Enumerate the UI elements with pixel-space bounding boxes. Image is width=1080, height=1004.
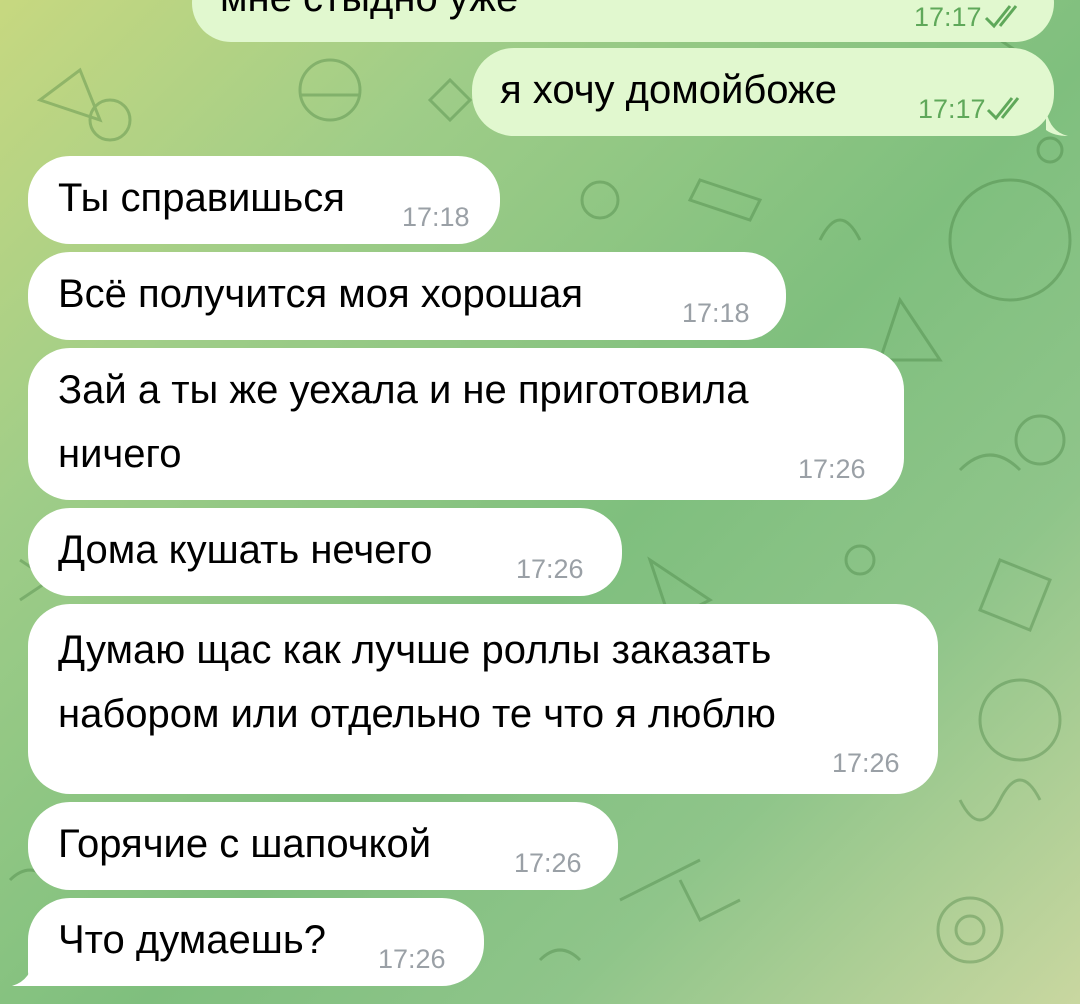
message-time: 17:17 xyxy=(914,2,982,32)
message-time: 17:26 xyxy=(832,748,900,778)
message-text-line: Зай а ты же уехала и не приготовила xyxy=(58,368,749,412)
message-bubble-incoming[interactable]: Думаю щас как лучше роллы заказать набор… xyxy=(28,604,938,794)
message-time: 17:26 xyxy=(378,944,446,974)
message-bubble-incoming[interactable]: Что думаешь? 17:26 xyxy=(28,898,484,986)
message-bubble-incoming[interactable]: Горячие с шапочкой 17:26 xyxy=(28,802,618,890)
message-text-line: набором или отдельно те что я люблю xyxy=(58,692,776,736)
double-check-icon xyxy=(984,5,1018,29)
message-text: мне стыдно уже xyxy=(220,0,518,30)
message-text: Дома кушать нечего xyxy=(58,528,433,572)
message-time: 17:18 xyxy=(682,298,750,328)
bubble-tail xyxy=(12,956,42,986)
message-bubble-outgoing[interactable]: мне стыдно уже 17:17 xyxy=(192,0,1054,42)
message-time: 17:26 xyxy=(514,848,582,878)
double-check-icon xyxy=(986,97,1020,121)
message-bubble-incoming[interactable]: Ты справишься 17:18 xyxy=(28,156,500,244)
message-text: Всё получится моя хорошая xyxy=(58,272,584,316)
message-time: 17:18 xyxy=(402,202,470,232)
message-time: 17:26 xyxy=(798,454,866,484)
message-text-line: ничего xyxy=(58,432,182,476)
bubble-tail xyxy=(1046,110,1068,136)
message-text: Горячие с шапочкой xyxy=(58,822,432,866)
message-bubble-incoming[interactable]: Зай а ты же уехала и не приготовила ниче… xyxy=(28,348,904,500)
message-bubble-outgoing[interactable]: я хочу домойбоже 17:17 xyxy=(472,48,1068,136)
message-text: Что думаешь? xyxy=(58,918,326,962)
message-bubble-incoming[interactable]: Всё получится моя хорошая 17:18 xyxy=(28,252,786,340)
message-time: 17:17 xyxy=(918,94,986,124)
message-time: 17:26 xyxy=(516,554,584,584)
message-text-line: Думаю щас как лучше роллы заказать xyxy=(58,628,772,672)
message-bubble-incoming[interactable]: Дома кушать нечего 17:26 xyxy=(28,508,622,596)
message-text: я хочу домойбоже xyxy=(500,68,838,112)
message-text: Ты справишься xyxy=(58,176,345,220)
